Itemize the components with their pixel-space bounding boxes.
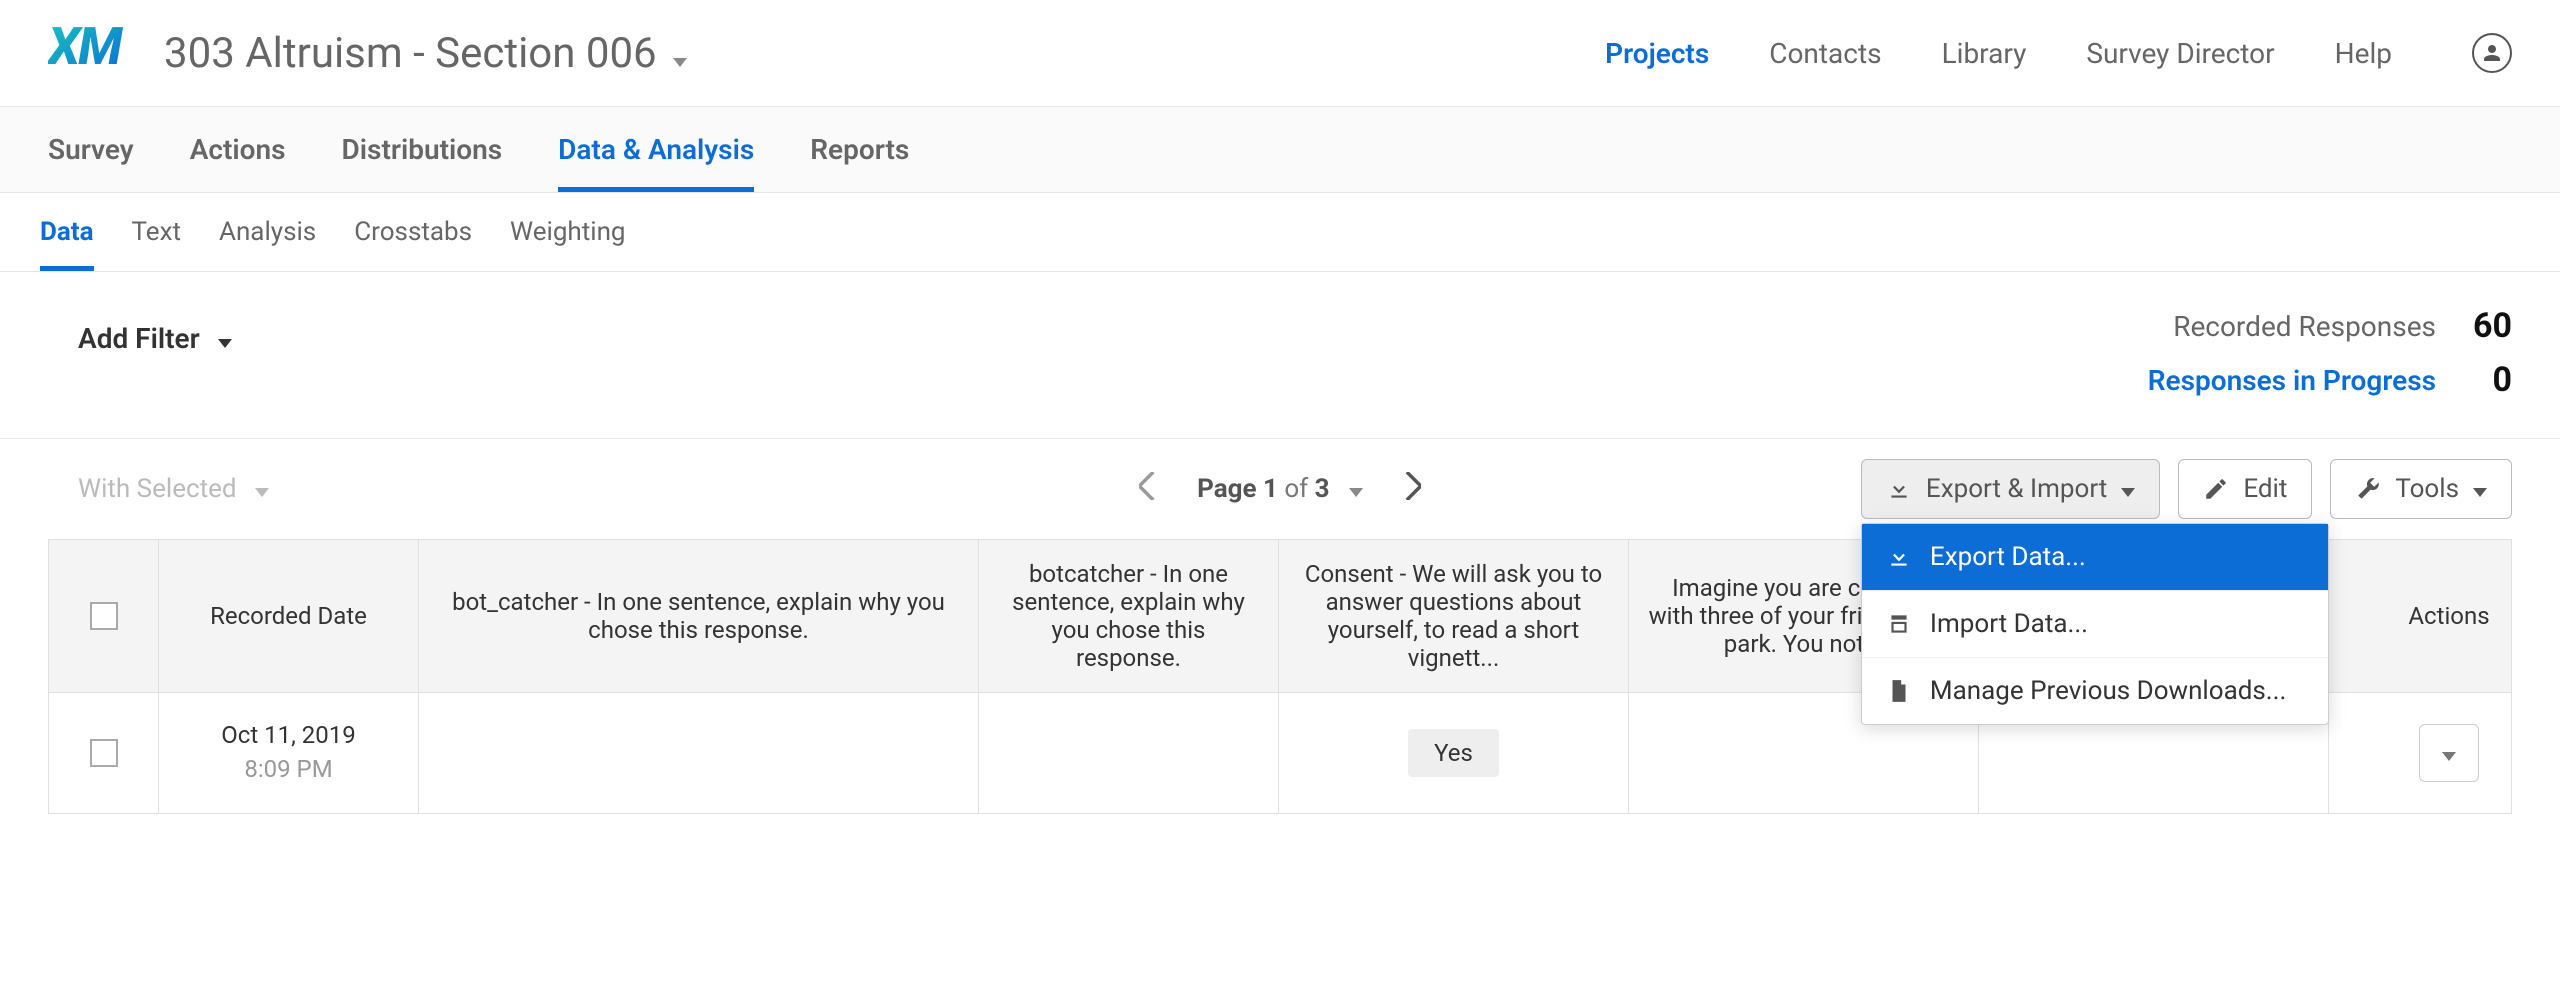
add-filter-label: Add Filter — [78, 322, 200, 355]
time-value: 8:09 PM — [221, 753, 355, 787]
tools-button[interactable]: Tools — [2330, 459, 2512, 519]
tab-reports[interactable]: Reports — [810, 107, 909, 192]
tools-label: Tools — [2395, 474, 2459, 504]
wrench-icon — [2355, 476, 2381, 502]
with-selected-label: With Selected — [78, 474, 237, 504]
header-checkbox-cell — [49, 540, 159, 692]
consent-value: Yes — [1408, 729, 1499, 777]
nav-library[interactable]: Library — [1942, 37, 2027, 70]
page-indicator[interactable]: Page 1 of 3 — [1197, 474, 1363, 504]
row-actions-button[interactable] — [2419, 724, 2479, 782]
tab-actions[interactable]: Actions — [190, 107, 286, 192]
import-icon — [1886, 611, 1912, 637]
subtab-crosstabs[interactable]: Crosstabs — [354, 193, 472, 271]
nav-survey-director[interactable]: Survey Director — [2086, 37, 2274, 70]
logo[interactable]: XM — [48, 18, 124, 88]
logo-text: XM — [48, 18, 123, 74]
tab-survey[interactable]: Survey — [48, 107, 134, 192]
export-import-label: Export & Import — [1926, 474, 2107, 504]
date-value: Oct 11, 2019 — [221, 719, 355, 753]
export-import-dropdown: Export Data... Import Data... Manage Pre… — [1861, 523, 2329, 725]
chevron-down-icon — [2442, 739, 2456, 767]
pencil-icon — [2203, 476, 2229, 502]
row-checkbox[interactable] — [90, 739, 118, 767]
next-page-button[interactable] — [1403, 472, 1421, 507]
chevron-down-icon — [2121, 474, 2135, 504]
responses-in-progress-count: 0 — [2472, 360, 2512, 400]
toolbar-buttons: Export & Import Export Data... Import Da… — [1861, 459, 2512, 519]
menu-import-data-label: Import Data... — [1930, 609, 2088, 639]
table-toolbar: With Selected Page 1 of 3 Export & Impor… — [0, 439, 2560, 539]
menu-manage-downloads-label: Manage Previous Downloads... — [1930, 676, 2286, 706]
primary-tabs: Survey Actions Distributions Data & Anal… — [0, 107, 2560, 193]
menu-manage-downloads[interactable]: Manage Previous Downloads... — [1862, 658, 2328, 724]
prev-page-button[interactable] — [1139, 472, 1157, 507]
download-icon — [1886, 476, 1912, 502]
cell-consent: Yes — [1279, 693, 1629, 813]
recorded-responses-label: Recorded Responses — [2173, 310, 2436, 343]
filter-row: Add Filter Recorded Responses 60 Respons… — [0, 272, 2560, 439]
cell-recorded-date: Oct 11, 2019 8:09 PM — [159, 693, 419, 813]
subtab-analysis[interactable]: Analysis — [219, 193, 316, 271]
header-recorded-date[interactable]: Recorded Date — [159, 540, 419, 692]
nav-contacts[interactable]: Contacts — [1769, 37, 1881, 70]
menu-export-data[interactable]: Export Data... — [1862, 524, 2328, 591]
chevron-down-icon — [255, 474, 269, 504]
cell-actions — [2329, 693, 2560, 813]
project-title-dropdown[interactable]: 303 Altruism - Section 006 — [164, 29, 687, 78]
file-icon — [1886, 678, 1912, 704]
add-filter-button[interactable]: Add Filter — [78, 306, 232, 355]
chevron-down-icon — [2473, 474, 2487, 504]
header: XM 303 Altruism - Section 006 Projects C… — [0, 0, 2560, 107]
nav-help[interactable]: Help — [2335, 37, 2392, 70]
header-actions[interactable]: Actions — [2329, 540, 2560, 692]
project-title-text: 303 Altruism - Section 006 — [164, 29, 657, 78]
header-bot-catcher[interactable]: bot_catcher - In one sentence, explain w… — [419, 540, 979, 692]
chevron-down-icon — [1349, 474, 1363, 504]
menu-export-data-label: Export Data... — [1930, 542, 2086, 572]
pager: Page 1 of 3 — [1139, 472, 1421, 507]
export-import-button[interactable]: Export & Import — [1861, 459, 2160, 519]
responses-in-progress-link[interactable]: Responses in Progress — [2148, 364, 2436, 397]
edit-label: Edit — [2243, 474, 2287, 504]
row-checkbox-cell — [49, 693, 159, 813]
chevron-down-icon — [218, 322, 232, 355]
menu-import-data[interactable]: Import Data... — [1862, 591, 2328, 658]
with-selected-dropdown[interactable]: With Selected — [78, 474, 269, 504]
download-icon — [1886, 544, 1912, 570]
header-consent[interactable]: Consent - We will ask you to answer ques… — [1279, 540, 1629, 692]
secondary-tabs: Data Text Analysis Crosstabs Weighting — [0, 193, 2560, 272]
top-nav: Projects Contacts Library Survey Directo… — [1605, 33, 2512, 73]
recorded-responses-count: 60 — [2472, 306, 2512, 346]
subtab-data[interactable]: Data — [40, 193, 94, 271]
subtab-weighting[interactable]: Weighting — [510, 193, 626, 271]
header-botcatcher[interactable]: botcatcher - In one sentence, explain wh… — [979, 540, 1279, 692]
edit-button[interactable]: Edit — [2178, 459, 2312, 519]
select-all-checkbox[interactable] — [90, 602, 118, 630]
response-stats: Recorded Responses 60 Responses in Progr… — [2148, 306, 2512, 414]
account-icon[interactable] — [2472, 33, 2512, 73]
tab-data-analysis[interactable]: Data & Analysis — [558, 107, 754, 192]
tab-distributions[interactable]: Distributions — [342, 107, 503, 192]
chevron-down-icon — [673, 29, 687, 78]
nav-projects[interactable]: Projects — [1605, 37, 1709, 70]
cell-bot-catcher — [419, 693, 979, 813]
cell-botcatcher — [979, 693, 1279, 813]
subtab-text[interactable]: Text — [132, 193, 181, 271]
